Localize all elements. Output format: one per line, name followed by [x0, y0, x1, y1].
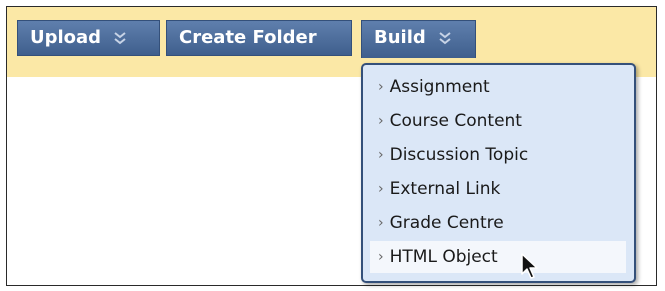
- chevron-right-icon: ›: [378, 215, 384, 231]
- upload-label: Upload: [30, 27, 102, 48]
- menu-item-label: External Link: [389, 179, 501, 199]
- upload-button[interactable]: Upload: [17, 20, 160, 56]
- chevron-right-icon: ›: [378, 181, 384, 197]
- menu-item-discussion-topic[interactable]: › Discussion Topic: [370, 139, 626, 171]
- build-dropdown-menu: › Assignment › Course Content › Discussion …: [361, 63, 636, 283]
- menu-item-html-object[interactable]: › HTML Object: [370, 241, 626, 273]
- build-button[interactable]: Build: [361, 20, 476, 58]
- double-chevron-down-icon: [438, 31, 452, 45]
- double-chevron-down-icon: [113, 31, 127, 45]
- menu-item-grade-centre[interactable]: › Grade Centre: [370, 207, 626, 239]
- menu-item-label: HTML Object: [389, 247, 498, 267]
- menu-item-course-content[interactable]: › Course Content: [370, 105, 626, 137]
- create-folder-label: Create Folder: [179, 27, 317, 48]
- menu-item-external-link[interactable]: › External Link: [370, 173, 626, 205]
- build-label: Build: [374, 27, 426, 48]
- chevron-right-icon: ›: [378, 79, 384, 95]
- menu-item-label: Course Content: [389, 111, 522, 131]
- chevron-right-icon: ›: [378, 113, 384, 129]
- chevron-right-icon: ›: [378, 147, 384, 163]
- menu-item-label: Grade Centre: [389, 213, 504, 233]
- mouse-pointer-icon: [521, 253, 541, 281]
- menu-item-assignment[interactable]: › Assignment: [370, 71, 626, 103]
- menu-item-label: Discussion Topic: [389, 145, 529, 165]
- create-folder-button[interactable]: Create Folder: [166, 20, 352, 56]
- chevron-right-icon: ›: [378, 249, 384, 265]
- menu-item-label: Assignment: [389, 77, 490, 97]
